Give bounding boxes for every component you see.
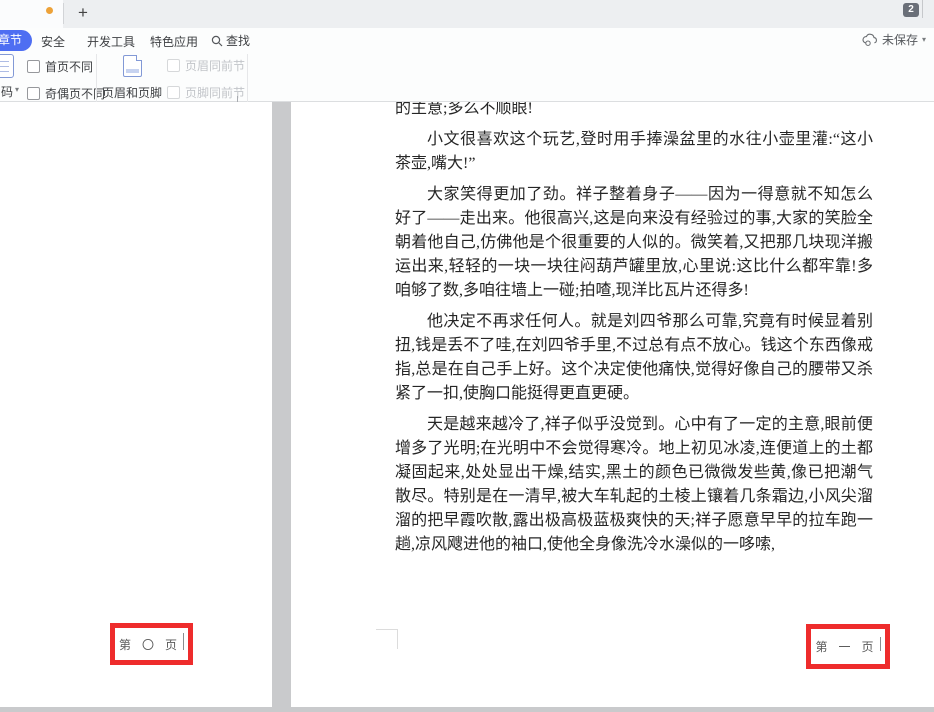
save-status-label: 未保存 (882, 31, 918, 48)
ribbon-group-divider (96, 54, 97, 104)
header-footer-label: 页眉和页脚 (100, 84, 164, 101)
body-text[interactable]: 的主意;多么不顺眼! 小文很喜欢这个玩艺,登时用手捧澡盆里的水往小壶里灌:“这小… (395, 102, 873, 564)
checkbox-box (167, 59, 180, 72)
chevron-down-icon[interactable]: ▾ (15, 85, 19, 94)
paragraph[interactable]: 他决定不再求任何人。就是刘四爷那么可靠,究竟有时候显着别扭,钱是丢不了哇,在刘四… (395, 310, 873, 406)
footer-highlight-box-right: 第 一 页 (806, 624, 890, 669)
ribbon-tab-section-active[interactable]: 章节 (0, 30, 32, 51)
checkbox-box (167, 86, 180, 99)
checkbox-header-same-as-previous: 页眉同前节 (167, 57, 245, 74)
ribbon-tab-security[interactable]: 安全 (41, 33, 65, 50)
ribbon: 章节 安全 开发工具 特色应用 查找 码 ▾ 首页不同 奇偶页不同 页眉和页脚 … (0, 28, 934, 102)
paragraph[interactable]: 小文很喜欢这个玩艺,登时用手捧澡盆里的水往小壶里灌:“这小茶壶,嘴大!” (395, 128, 873, 176)
search-icon (211, 35, 223, 47)
paragraph[interactable]: 的主意;多么不顺眼! (395, 102, 873, 121)
ribbon-tab-features[interactable]: 特色应用 (150, 33, 198, 50)
text-cursor (183, 633, 184, 650)
page-number-icon (0, 54, 14, 78)
checkbox-box[interactable] (27, 60, 40, 73)
chevron-down-icon: ▾ (922, 35, 926, 44)
text-cursor (880, 637, 881, 651)
unsaved-dot-icon (46, 7, 53, 14)
checkbox-odd-even-different[interactable]: 奇偶页不同 (27, 85, 105, 102)
page-right[interactable]: 的主意;多么不顺眼! 小文很喜欢这个玩艺,登时用手捧澡盆里的水往小壶里灌:“这小… (291, 102, 934, 707)
margin-corner-mark (397, 629, 398, 649)
cloud-sync-icon (862, 33, 878, 46)
ribbon-tab-devtools[interactable]: 开发工具 (87, 33, 135, 50)
page-left[interactable]: 第 〇 页 (0, 102, 272, 707)
paragraph[interactable]: 天是越来越冷了,祥子似乎没觉到。心中有了一定的主意,眼前便增多了光明;在光明中不… (395, 413, 873, 557)
new-tab-button[interactable]: + (70, 1, 96, 25)
find-button[interactable]: 查找 (211, 32, 250, 49)
find-label: 查找 (226, 32, 250, 49)
ribbon-group-divider (247, 54, 248, 104)
save-status-button[interactable]: 未保存 ▾ (862, 31, 926, 48)
window-edge-divider (922, 0, 923, 18)
checkbox-label: 页眉同前节 (185, 57, 245, 74)
tab-divider (63, 3, 64, 24)
checkbox-label: 首页不同 (45, 58, 93, 75)
tab-count-badge[interactable]: 2 (903, 3, 919, 17)
left-footer-text[interactable]: 第 〇 页 (119, 636, 181, 653)
footer-highlight-box-left: 第 〇 页 (110, 623, 193, 665)
document-tab[interactable] (0, 0, 63, 28)
paragraph[interactable]: 大家笑得更加了劲。祥子整着身子——因为一得意就不知怎么好了——走出来。他很高兴,… (395, 183, 873, 303)
right-footer-text[interactable]: 第 一 页 (815, 638, 877, 655)
tab-bar: + 2 (0, 0, 934, 28)
page-number-button[interactable]: 码 (1, 83, 13, 100)
margin-corner-mark (376, 629, 398, 630)
checkbox-box[interactable] (27, 87, 40, 100)
checkbox-first-page-different[interactable]: 首页不同 (27, 58, 93, 75)
document-page-icon (123, 55, 142, 77)
header-footer-button[interactable]: 页眉和页脚 (100, 53, 164, 103)
document-canvas: 第 〇 页 的主意;多么不顺眼! 小文很喜欢这个玩艺,登时用手捧澡盆里的水往小壶… (0, 102, 934, 712)
